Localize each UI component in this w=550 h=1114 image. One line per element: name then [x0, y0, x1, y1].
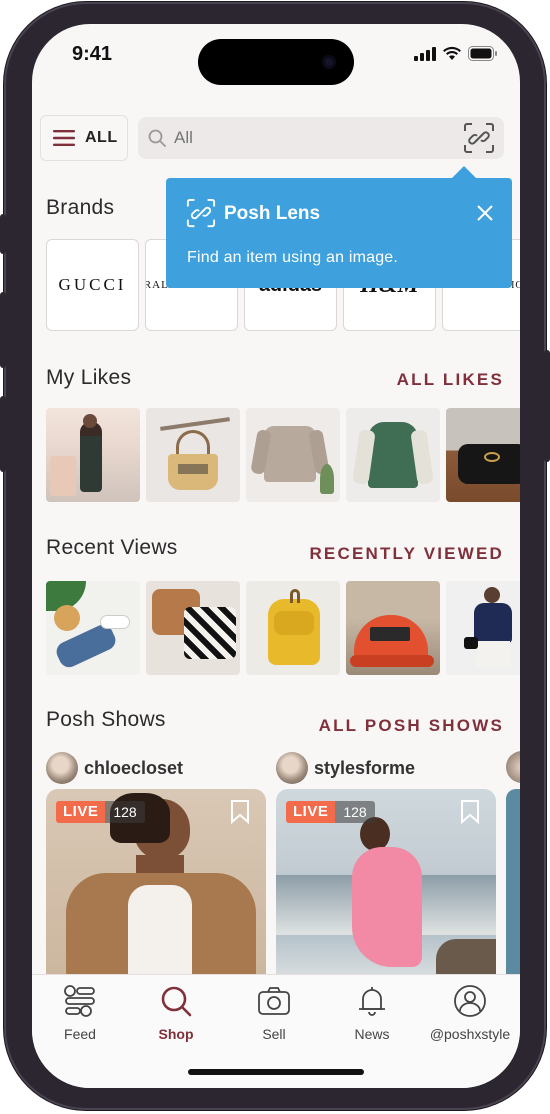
search-icon — [161, 986, 192, 1017]
live-badge: LIVE 128 — [286, 801, 375, 823]
liked-item-straw-bag[interactable] — [146, 408, 240, 502]
liked-item-black-bag[interactable] — [446, 408, 520, 502]
search-bar[interactable] — [138, 117, 504, 159]
tab-profile[interactable]: @poshxstyle — [422, 983, 518, 1042]
feed-icon — [64, 985, 95, 1017]
volume-down-button — [0, 396, 6, 472]
search-icon — [148, 129, 166, 147]
recently-viewed-link[interactable]: RECENTLY VIEWED — [309, 544, 504, 564]
bookmark-icon[interactable] — [230, 800, 250, 824]
tab-label: News — [354, 1026, 390, 1042]
viewer-count: 128 — [335, 801, 375, 823]
liked-item-green-hoodie[interactable] — [346, 408, 440, 502]
seller-name: chloecloset — [84, 757, 184, 778]
all-categories-button[interactable]: ALL — [40, 115, 128, 161]
show-card[interactable]: stylesforme LIVE 128 — [276, 751, 496, 989]
viewer-count: 128 — [105, 801, 145, 823]
liked-item-floral-dress[interactable] — [46, 408, 140, 502]
all-button-label: ALL — [85, 129, 118, 146]
bell-icon — [359, 987, 385, 1016]
brand-name: GUCCI — [58, 275, 127, 294]
show-card[interactable]: chloecloset LIVE 128 — [46, 751, 266, 989]
likes-row — [46, 408, 520, 502]
tab-label: Shop — [158, 1026, 194, 1042]
live-tag: LIVE — [286, 801, 336, 823]
power-button — [544, 350, 550, 462]
camera-icon — [258, 987, 290, 1015]
hamburger-menu-icon — [53, 130, 75, 146]
show-seller: chloecloset — [46, 751, 266, 785]
profile-icon — [454, 985, 486, 1017]
tab-news[interactable]: News — [324, 983, 420, 1042]
recent-item-red-cap[interactable] — [346, 581, 440, 675]
show-card-partial[interactable] — [506, 751, 520, 989]
brand-card[interactable]: GUCCI — [46, 239, 139, 331]
posh-lens-icon — [464, 123, 494, 153]
volume-up-button — [0, 292, 6, 368]
posh-lens-icon — [186, 198, 216, 228]
tab-sell[interactable]: Sell — [226, 983, 322, 1042]
status-time: 9:41 — [72, 43, 113, 65]
posh-lens-tooltip: Posh Lens Find an item using an image. — [166, 166, 512, 288]
tooltip-body: Find an item using an image. — [187, 249, 399, 266]
status-icons — [414, 46, 498, 61]
show-seller: stylesforme — [276, 751, 496, 785]
search-input[interactable] — [174, 128, 434, 148]
posh-lens-button[interactable] — [462, 121, 496, 155]
liked-item-beige-sweater[interactable] — [246, 408, 340, 502]
recent-views-row — [46, 581, 520, 675]
battery-icon — [468, 46, 497, 61]
tab-shop[interactable]: Shop — [128, 983, 224, 1042]
recent-item-navy-sweater[interactable] — [446, 581, 520, 675]
avatar — [46, 752, 78, 784]
tab-label: Feed — [64, 1026, 96, 1042]
tab-feed[interactable]: Feed — [32, 983, 128, 1042]
bookmark-icon[interactable] — [460, 800, 480, 824]
live-badge: LIVE 128 — [56, 801, 145, 823]
live-tag: LIVE — [56, 801, 106, 823]
tab-label: @poshxstyle — [429, 1026, 511, 1042]
avatar — [276, 752, 308, 784]
show-thumbnail[interactable]: LIVE 128 — [276, 789, 496, 989]
recent-item-throw-pillows[interactable] — [146, 581, 240, 675]
brands-title: Brands — [46, 196, 115, 219]
all-posh-shows-link[interactable]: ALL POSH SHOWS — [319, 716, 504, 736]
dynamic-island — [198, 39, 354, 85]
tab-label: Sell — [262, 1026, 286, 1042]
screen: 9:41 ALL All Posh Lens Find an item usin… — [32, 24, 520, 1088]
wifi-icon — [443, 46, 461, 60]
mute-switch — [0, 214, 6, 254]
recent-views-title: Recent Views — [46, 536, 178, 559]
all-likes-link[interactable]: ALL LIKES — [397, 370, 504, 390]
tooltip-title: Posh Lens — [224, 203, 321, 224]
top-bar: ALL — [32, 114, 520, 164]
close-icon[interactable] — [476, 204, 494, 224]
show-thumbnail[interactable]: LIVE 128 — [46, 789, 266, 989]
posh-shows-title: Posh Shows — [46, 708, 166, 731]
likes-title: My Likes — [46, 366, 132, 389]
seller-name: stylesforme — [314, 757, 416, 778]
recent-item-yellow-backpack[interactable] — [246, 581, 340, 675]
cellular-signal-icon — [414, 46, 436, 61]
recent-item-white-mules[interactable] — [46, 581, 140, 675]
home-indicator — [188, 1069, 364, 1075]
